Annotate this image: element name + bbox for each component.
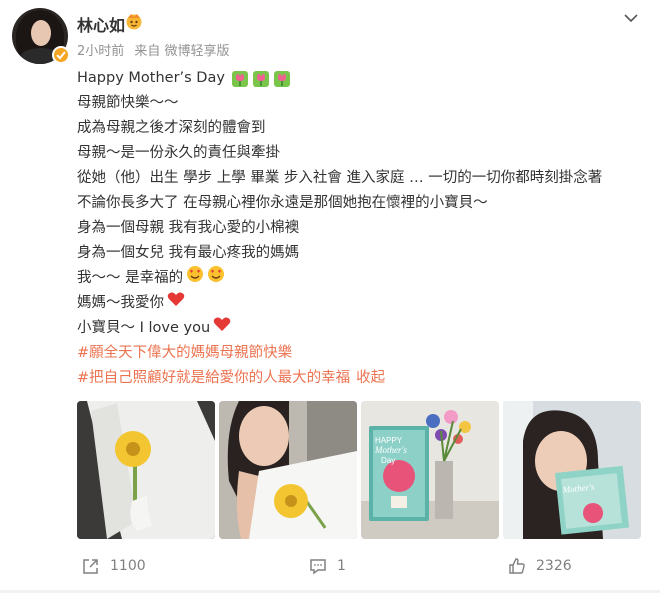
comment-icon xyxy=(310,559,326,575)
like-count: 2326 xyxy=(536,558,572,574)
photo-thumbnail[interactable] xyxy=(77,401,215,539)
post-line: 不論你長多大了 在母親心裡你永遠是那個她抱在懷裡的小寶貝～ xyxy=(77,195,488,211)
post-line: 媽媽～我愛你 xyxy=(77,291,652,316)
photo-thumbnail[interactable] xyxy=(219,401,357,539)
repost-count: 1100 xyxy=(110,558,146,574)
svg-text:Day: Day xyxy=(381,456,395,465)
photo-grid: HAPPY Mother's Day Mother's xyxy=(77,401,642,539)
post-content: Happy Mother’s Day 母親節快樂～～ 成為母親之後才深刻的體會到… xyxy=(77,66,652,391)
weibo-post-card: 林心如 2小时前 来自 微博轻享版 Happy Mother’s Day 母親節… xyxy=(0,0,660,593)
svg-text:HAPPY: HAPPY xyxy=(375,436,403,445)
tulip-emoji-icon xyxy=(231,70,291,88)
avatar[interactable] xyxy=(12,8,70,64)
repost-button[interactable]: 1100 xyxy=(82,557,146,575)
red-heart-emoji-icon xyxy=(213,316,231,341)
comment-count: 1 xyxy=(337,558,346,574)
comment-button[interactable]: 1 xyxy=(309,557,346,575)
hashtag-link: #把自己照顧好就是給愛你的人最大的幸福 收起 xyxy=(77,366,652,391)
author-name[interactable]: 林心如 xyxy=(77,12,125,36)
chevron-down-icon[interactable] xyxy=(624,8,638,23)
photo-thumbnail[interactable]: Mother's xyxy=(503,401,641,539)
smiling-hearts-emoji-icon xyxy=(207,265,225,292)
post-line: 身為一個母親 我有我心愛的小棉襖 xyxy=(77,220,300,236)
vip-crown-icon[interactable] xyxy=(124,12,144,30)
post-action-bar: 1100 1 2326 xyxy=(0,553,660,585)
like-button[interactable]: 2326 xyxy=(508,557,572,575)
collapse-link[interactable]: 收起 xyxy=(356,366,385,391)
post-line: 母親～是一份永久的責任與牽掛 xyxy=(77,145,280,161)
photo-thumbnail[interactable]: HAPPY Mother's Day xyxy=(361,401,499,539)
post-line: 小寶貝～ I love you xyxy=(77,316,652,341)
post-line: 從她（他）出生 學步 上學 畢業 步入社會 進入家庭 … 一切的一切你都時刻掛念… xyxy=(77,170,603,186)
post-line: 成為母親之後才深刻的體會到 xyxy=(77,120,266,136)
verified-badge-icon xyxy=(52,46,70,64)
post-line: 母親節快樂～～ xyxy=(77,95,179,111)
post-meta: 2小时前 来自 微博轻享版 xyxy=(77,40,236,59)
repost-icon xyxy=(83,559,98,574)
post-line: Happy Mother’s Day xyxy=(77,66,652,91)
hashtag-link[interactable]: #願全天下偉大的媽媽母親節快樂 xyxy=(77,341,652,366)
red-heart-emoji-icon xyxy=(167,291,185,316)
post-time[interactable]: 2小时前 xyxy=(77,44,124,59)
post-line: 身為一個女兒 我有最心疼我的媽媽 xyxy=(77,245,300,261)
svg-text:Mother's: Mother's xyxy=(374,445,407,455)
post-line: 我～～ 是幸福的 xyxy=(77,266,652,291)
smiling-hearts-emoji-icon xyxy=(186,265,204,292)
like-icon xyxy=(509,558,525,574)
post-source: 来自 微博轻享版 xyxy=(134,44,230,59)
